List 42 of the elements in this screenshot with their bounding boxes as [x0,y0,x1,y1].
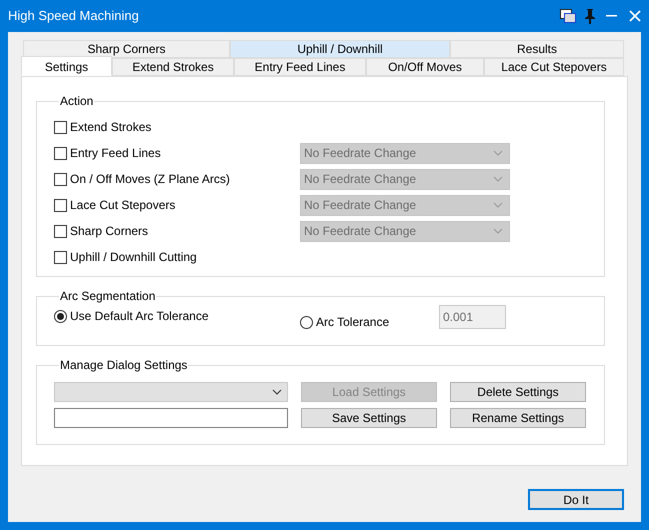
chevron-icon [272,389,282,395]
checkbox[interactable] [54,198,67,212]
checkbox[interactable] [54,120,67,134]
window-title: High Speed Machining [8,7,140,26]
radio-label: Arc Tolerance [316,314,390,331]
checkbox-label: On / Off Moves (Z Plane Arcs) [70,171,230,188]
chevron-icon [493,176,503,182]
window-icon[interactable] [560,9,576,23]
settings-name-field[interactable] [54,408,288,428]
tab[interactable]: Sharp Corners [23,40,230,58]
checkbox-label: Extend Strokes [70,119,152,136]
settings-button[interactable]: Rename Settings [450,408,586,428]
checkbox-label: Lace Cut Stepovers [70,197,176,214]
tab[interactable]: Lace Cut Stepovers [484,58,624,76]
checkbox-label: Uphill / Downhill Cutting [70,249,197,266]
checkbox[interactable] [54,250,67,264]
tab[interactable]: Results [450,40,624,58]
pin-icon[interactable] [584,8,596,24]
minimize-icon[interactable] [606,15,617,17]
checkbox-label: Entry Feed Lines [70,145,161,162]
radio-label: Use Default Arc Tolerance [70,308,209,325]
settings-button[interactable]: Save Settings [301,408,437,428]
chevron-icon [493,150,503,156]
group-title: Action [59,93,94,110]
close-icon[interactable] [629,10,641,22]
checkbox[interactable] [54,172,67,186]
checkbox[interactable] [54,146,67,160]
chevron-icon [493,228,503,234]
checkbox-label: Sharp Corners [70,223,148,240]
do-it-button[interactable]: Do It [528,489,624,510]
group-title: Arc Segmentation [59,288,156,305]
tab[interactable]: Settings [21,56,112,76]
tab[interactable]: On/Off Moves [366,58,484,76]
radio-button[interactable] [54,310,67,322]
settings-button[interactable]: Delete Settings [450,382,586,402]
group-title: Manage Dialog Settings [59,357,188,374]
checkbox[interactable] [54,224,67,238]
radio-button[interactable] [300,316,313,328]
chevron-icon [493,202,503,208]
tab[interactable]: Uphill / Downhill [230,40,450,58]
tab[interactable]: Extend Strokes [112,58,234,76]
tab[interactable]: Entry Feed Lines [234,58,366,76]
